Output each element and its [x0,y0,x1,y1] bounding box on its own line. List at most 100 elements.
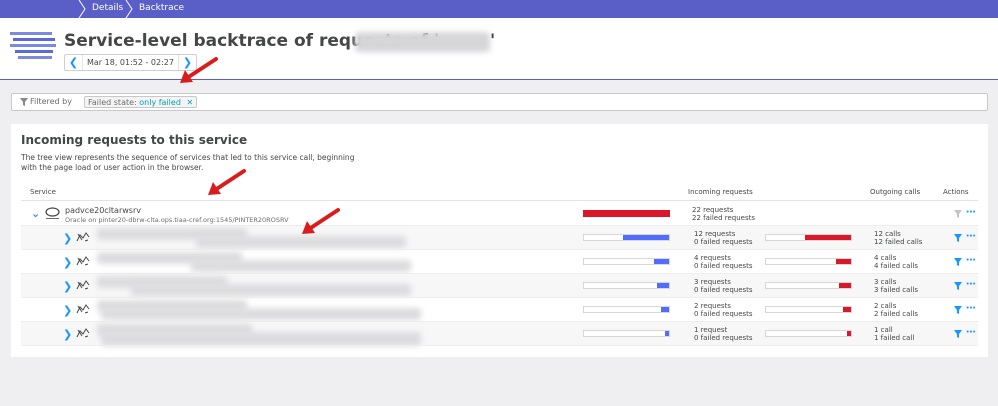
call-count: 1 call [874,326,893,334]
outgoing-bar-fill [847,331,851,336]
outgoing-bar-fill [843,307,851,312]
filter-icon[interactable] [954,210,962,218]
column-header-outgoing[interactable]: Outgoing calls [870,188,920,196]
failed-request-count: 22 failed requests [692,214,756,222]
service-icon [76,304,90,314]
failed-call-count: 3 failed calls [874,286,918,294]
request-count: 2 requests [694,302,731,310]
failed-request-count: 0 failed requests [694,262,753,270]
failed-request-count: 0 failed requests [694,286,753,294]
more-actions-icon[interactable]: ⋯ [966,255,976,266]
redacted-service-name [355,32,490,52]
request-count: 12 requests [694,230,736,238]
failed-call-count: 4 failed calls [874,262,918,270]
annotation-arrow-icon [180,57,218,83]
chevron-right-icon[interactable]: ❯ [63,232,72,245]
chevron-right-icon[interactable]: ❯ [63,304,72,317]
backtrace-icon [10,32,56,59]
column-header-service[interactable]: Service [30,188,56,196]
incoming-bar-fill [661,307,669,312]
incoming-bar-fill [654,259,669,264]
breadcrumb: Details Backtrace [0,0,998,18]
call-count: 12 calls [874,230,901,238]
chevron-right-icon[interactable]: ❯ [63,328,72,341]
incoming-requests-panel: Incoming requests to this service The tr… [11,124,988,357]
incoming-bar-fill [583,210,670,217]
more-actions-icon[interactable]: ⋯ [966,207,976,218]
filter-icon[interactable] [954,282,962,290]
tree-row[interactable]: ❯ 1 request 0 failed requests 1 call 1 faile… [21,322,978,346]
tree-row[interactable]: ❯ 12 requests 0 failed requests 12 calls 12 … [21,226,978,250]
breadcrumb-item-backtrace[interactable]: Backtrace [139,3,184,13]
incoming-bar [583,234,670,241]
incoming-bar [583,306,670,313]
failed-call-count: 2 failed calls [874,310,918,318]
filter-icon[interactable] [954,306,962,314]
failed-request-count: 0 failed requests [694,310,753,318]
incoming-bar [583,330,670,337]
filter-icon[interactable] [954,258,962,266]
service-icon [76,328,90,338]
service-icon [76,280,90,290]
chevron-down-icon[interactable]: ⌄ [31,207,40,220]
filter-chip[interactable]: Failed state: only failed ✕ [84,96,198,108]
filter-icon [20,98,28,106]
outgoing-bar-fill [836,259,851,264]
call-count: 3 calls [874,278,897,286]
outgoing-bar-fill [839,283,851,288]
header-divider [21,200,978,201]
chevron-left-icon[interactable]: ❮ [65,55,82,70]
failed-request-count: 0 failed requests [694,334,753,342]
outgoing-bar [765,306,852,313]
page-title-suffix: ' [490,31,496,51]
service-name[interactable]: padvce20cltarwsrv [65,206,141,215]
redacted-service-name [131,284,411,296]
service-icon [76,232,90,242]
tree-row[interactable]: ❯ 2 requests 0 failed requests 2 calls 2 fai… [21,298,978,322]
request-count: 3 requests [694,278,731,286]
tree-row[interactable]: ❯ 3 requests 0 failed requests 3 calls 3 fai… [21,274,978,298]
annotation-arrow-icon [302,208,340,234]
database-icon [45,207,60,219]
panel-title: Incoming requests to this service [21,133,248,147]
filter-chip-key: Failed state: [88,98,137,107]
failed-call-count: 12 failed calls [874,238,923,246]
redacted-service-name [101,332,421,346]
more-actions-icon[interactable]: ⋯ [966,303,976,314]
close-icon[interactable]: ✕ [186,98,193,107]
breadcrumb-separator-icon [78,0,86,18]
request-count: 4 requests [694,254,731,262]
incoming-bar-fill [665,331,669,336]
filter-bar[interactable]: Filtered by Failed state: only failed ✕ [11,93,988,111]
tree-row-root[interactable]: ⌄ padvce20cltarwsrv Oracle on pinter20-d… [21,202,978,226]
more-actions-icon[interactable]: ⋯ [966,231,976,242]
incoming-bar [583,258,670,265]
timeframe-label[interactable]: Mar 18, 01:52 - 02:27 [82,55,179,70]
redacted-service-name [101,308,421,320]
outgoing-bar [765,258,852,265]
more-actions-icon[interactable]: ⋯ [966,279,976,290]
outgoing-bar [765,330,852,337]
failed-request-count: 0 failed requests [694,238,753,246]
chevron-right-icon[interactable]: ❯ [63,256,72,269]
filter-icon[interactable] [954,330,962,338]
chevron-right-icon[interactable]: ❯ [63,280,72,293]
service-subtitle: Oracle on pinter20-dbrw-clta.ops.tiaa-cr… [65,216,289,224]
call-count: 4 calls [874,254,897,262]
incoming-bar-fill [657,283,669,288]
failed-call-count: 1 failed call [874,334,915,342]
filter-icon[interactable] [954,234,962,242]
panel-description: The tree view represents the sequence of… [21,153,355,172]
redacted-service-name [196,236,406,248]
tree-row[interactable]: ❯ 4 requests 0 failed requests 4 calls 4 fai… [21,250,978,274]
more-actions-icon[interactable]: ⋯ [966,327,976,338]
request-count: 22 requests [692,206,734,214]
page-header: Service-level backtrace of requests of '… [0,18,998,80]
outgoing-bar-fill [805,235,851,240]
column-header-incoming[interactable]: Incoming requests [688,188,753,196]
service-icon [76,256,90,266]
breadcrumb-item-details[interactable]: Details [92,3,123,13]
outgoing-bar [765,234,852,241]
annotation-arrow-icon [208,169,246,195]
filter-chip-value: only failed [139,98,181,107]
